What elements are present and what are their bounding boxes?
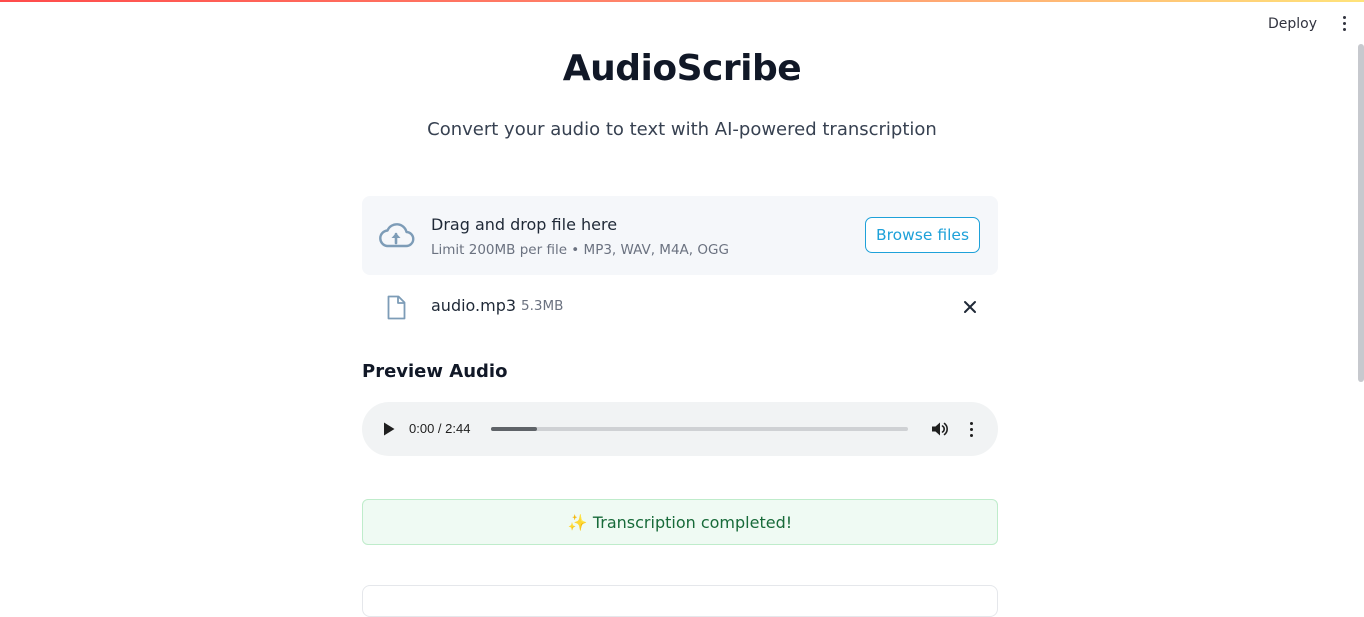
- player-options-icon[interactable]: [967, 421, 975, 437]
- audio-seek-slider[interactable]: [491, 427, 908, 431]
- dropzone-title: Drag and drop file here: [431, 215, 618, 234]
- preview-audio-heading: Preview Audio: [362, 361, 508, 382]
- transcription-success-alert: ✨ Transcription completed!: [362, 499, 998, 545]
- cloud-upload-icon: [379, 223, 415, 248]
- audio-time-display: 0:00 / 2:44: [409, 421, 471, 436]
- app-title: AudioScribe: [562, 48, 802, 89]
- success-message: ✨ Transcription completed!: [567, 512, 793, 532]
- file-uploader-dropzone[interactable]: Drag and drop file here Limit 200MB per …: [362, 196, 998, 275]
- file-size: 5.3MB: [521, 298, 564, 314]
- volume-icon[interactable]: [931, 421, 949, 437]
- app-subtitle: Convert your audio to text with AI-power…: [427, 119, 937, 140]
- top-decoration-bar: [0, 0, 1364, 2]
- browse-files-button[interactable]: Browse files: [865, 217, 980, 253]
- play-icon[interactable]: [382, 421, 396, 437]
- file-icon: [387, 295, 406, 320]
- remove-file-icon[interactable]: [962, 299, 978, 315]
- file-name: audio.mp3: [431, 296, 517, 315]
- page-scrollbar[interactable]: [1358, 44, 1364, 382]
- transcript-card: [362, 585, 998, 617]
- deploy-button[interactable]: Deploy: [1256, 14, 1329, 34]
- audio-player: 0:00 / 2:44: [362, 402, 998, 456]
- uploaded-file-row: audio.mp3 5.3MB: [362, 290, 998, 326]
- main-menu-icon[interactable]: [1336, 12, 1352, 34]
- audio-seek-progress: [491, 427, 537, 431]
- dropzone-limit-text: Limit 200MB per file • MP3, WAV, M4A, OG…: [431, 242, 729, 258]
